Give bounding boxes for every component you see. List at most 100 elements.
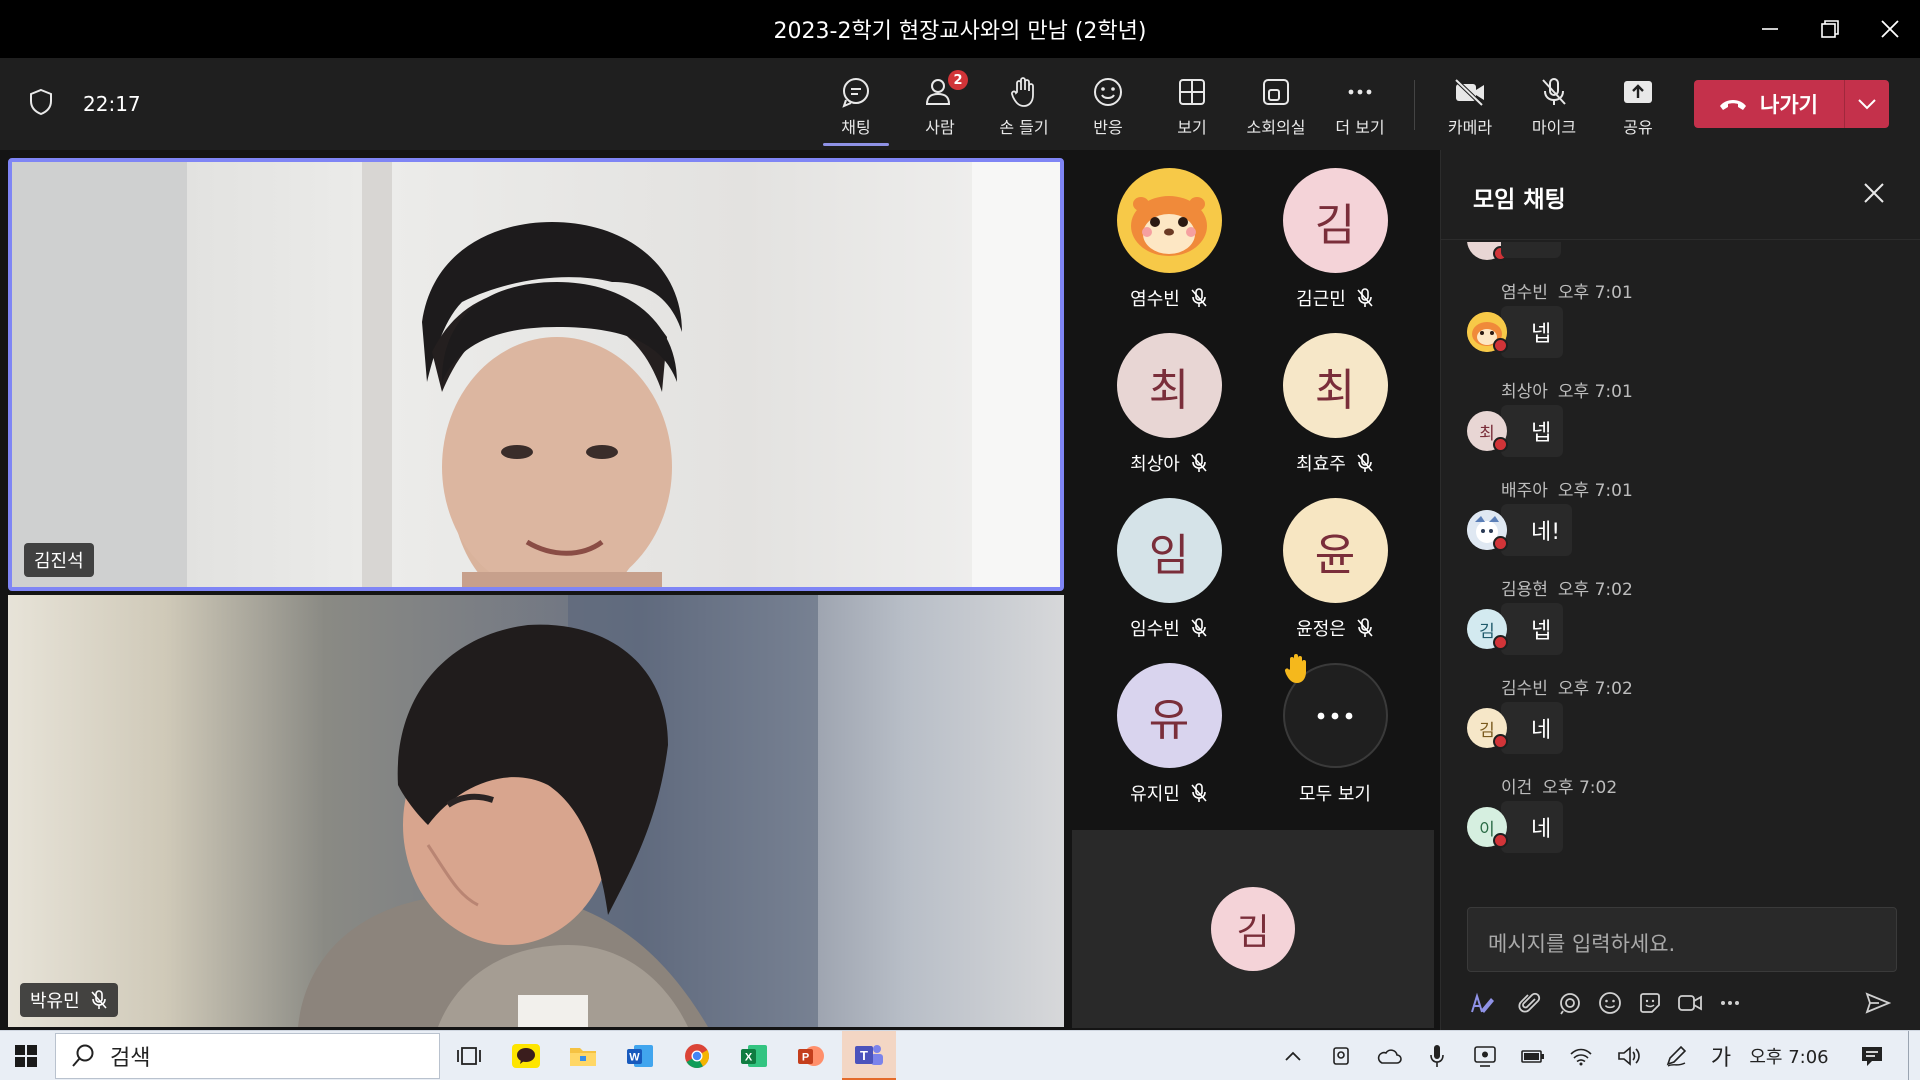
powerpoint-icon: P bbox=[798, 1046, 824, 1066]
participant-tile[interactable]: 최 최효주 bbox=[1252, 333, 1418, 476]
avatar: 유 bbox=[1116, 663, 1222, 768]
taskbar-app-chrome[interactable] bbox=[674, 1031, 720, 1080]
share-button[interactable]: 공유 bbox=[1596, 74, 1680, 140]
message-meta: 배주아 오후 7:01 bbox=[1501, 476, 1633, 501]
message-bubble: 넵 bbox=[1501, 405, 1564, 457]
view-icon bbox=[1176, 74, 1208, 110]
close-icon bbox=[1864, 183, 1884, 203]
leave-options-button[interactable] bbox=[1845, 98, 1889, 110]
participant-tile[interactable]: 염수빈 bbox=[1086, 168, 1252, 311]
show-desktop-divider[interactable] bbox=[1908, 1031, 1909, 1080]
people-button[interactable]: 2 사람 bbox=[898, 70, 982, 140]
tray-mic-icon[interactable] bbox=[1420, 1031, 1454, 1080]
raise-hand-label: 손 들기 bbox=[999, 118, 1049, 137]
message-bubble: 네! bbox=[1501, 504, 1573, 556]
send-button[interactable] bbox=[1863, 988, 1893, 1018]
mic-off-icon bbox=[91, 990, 107, 1009]
svg-text:T: T bbox=[860, 1048, 868, 1063]
share-label: 공유 bbox=[1623, 118, 1653, 137]
format-button[interactable] bbox=[1467, 988, 1497, 1018]
leave-button[interactable]: 나가기 bbox=[1694, 80, 1889, 128]
chat-title: 모임 채팅 bbox=[1473, 187, 1566, 213]
message-bubble: 넵 bbox=[1501, 306, 1564, 358]
chat-button[interactable]: 채팅 bbox=[814, 74, 898, 146]
meeting-toolbar: 22:17 채팅 2 사람 손 들기 반응 보기 소회의실 더 보기 카메라 마… bbox=[0, 58, 1920, 150]
taskbar-app-excel[interactable]: X bbox=[731, 1031, 777, 1080]
participant-tile[interactable]: 김 김근민 bbox=[1252, 168, 1418, 311]
avatar: 윤 bbox=[1282, 498, 1388, 603]
webcam-icon bbox=[1333, 1047, 1349, 1065]
notification-center-button[interactable] bbox=[1852, 1031, 1892, 1080]
minimize-button[interactable] bbox=[1740, 0, 1800, 58]
people-button-label: 사람 bbox=[925, 118, 955, 137]
meeting-stage: 김진석 박유민 염수빈 김 김근민 최 최상아 최 최효주 임 임수빈 윤 윤정… bbox=[0, 150, 1440, 1030]
shield-icon[interactable] bbox=[28, 88, 54, 120]
input-method-indicator[interactable]: 가 bbox=[1704, 1031, 1738, 1080]
message-compose-box[interactable]: 메시지를 입력하세요. bbox=[1467, 907, 1897, 972]
mic-button[interactable]: 마이크 bbox=[1512, 74, 1596, 140]
windows-taskbar: 검색 W X P T 가 오후 7:06 bbox=[0, 1030, 1920, 1080]
see-all-label: 모두 보기 bbox=[1299, 784, 1371, 805]
video-tile-secondary[interactable]: 박유민 bbox=[8, 595, 1064, 1027]
more-options-button[interactable] bbox=[1715, 988, 1745, 1018]
taskbar-app-powerpoint[interactable]: P bbox=[788, 1031, 834, 1080]
presence-busy-indicator bbox=[1493, 338, 1508, 353]
restore-button[interactable] bbox=[1800, 0, 1860, 58]
see-all-tile[interactable]: 모두 보기 bbox=[1252, 654, 1418, 806]
message-time: 오후 7:02 bbox=[1557, 580, 1633, 600]
video-tile-pinned[interactable]: 김진석 bbox=[8, 158, 1064, 591]
attach-button[interactable] bbox=[1515, 988, 1545, 1018]
raise-hand-button[interactable]: 손 들기 bbox=[982, 74, 1066, 140]
participant-tile[interactable]: 최 최상아 bbox=[1086, 333, 1252, 476]
overflow-participant-tile[interactable]: 김 bbox=[1072, 830, 1434, 1028]
camera-button[interactable]: 카메라 bbox=[1428, 74, 1512, 140]
camera-label: 카메라 bbox=[1447, 118, 1493, 137]
message-time: 오후 7:02 bbox=[1557, 679, 1633, 699]
view-button[interactable]: 보기 bbox=[1150, 74, 1234, 140]
start-button[interactable] bbox=[0, 1031, 52, 1080]
participant-tile[interactable]: 임 임수빈 bbox=[1086, 498, 1252, 641]
leave-label: 나가기 bbox=[1760, 93, 1818, 117]
tray-battery-icon[interactable] bbox=[1516, 1031, 1550, 1080]
mic-label: 마이크 bbox=[1531, 118, 1577, 137]
participant-video bbox=[8, 595, 1064, 1027]
leave-main[interactable]: 나가기 bbox=[1694, 80, 1844, 128]
task-view-button[interactable] bbox=[446, 1031, 492, 1080]
input-method-label: 가 bbox=[1710, 1046, 1732, 1071]
tray-meet-icon[interactable] bbox=[1324, 1031, 1358, 1080]
message-author: 최상아 bbox=[1501, 382, 1548, 402]
close-window-button[interactable] bbox=[1860, 0, 1920, 58]
participant-name: 김근민 bbox=[1296, 289, 1346, 310]
participant-tile[interactable]: 유 유지민 bbox=[1086, 663, 1252, 806]
participant-name: 김진석 bbox=[34, 551, 84, 572]
more-button[interactable]: 더 보기 bbox=[1318, 74, 1402, 140]
mic-off-icon bbox=[1191, 618, 1207, 637]
taskbar-app-file-explorer[interactable] bbox=[560, 1031, 606, 1080]
paperclip-icon bbox=[1518, 992, 1541, 1013]
taskbar-clock[interactable]: 오후 7:06 bbox=[1746, 1031, 1832, 1080]
breakout-rooms-button[interactable]: 소회의실 bbox=[1234, 74, 1318, 140]
show-hidden-icons-button[interactable] bbox=[1276, 1031, 1310, 1080]
taskbar-app-kakaotalk[interactable] bbox=[503, 1031, 549, 1080]
reaction-button[interactable]: 반응 bbox=[1066, 74, 1150, 140]
taskbar-search-box[interactable]: 검색 bbox=[55, 1033, 440, 1079]
participant-label: 김근민 bbox=[1296, 285, 1374, 311]
participant-tile[interactable]: 윤 윤정은 bbox=[1252, 498, 1418, 641]
tray-screen-icon[interactable] bbox=[1468, 1031, 1502, 1080]
close-chat-button[interactable] bbox=[1863, 182, 1885, 208]
tray-volume-icon[interactable] bbox=[1612, 1031, 1646, 1080]
tray-onedrive-icon[interactable] bbox=[1372, 1031, 1406, 1080]
see-all-button[interactable] bbox=[1282, 654, 1388, 768]
sticker-button[interactable] bbox=[1635, 988, 1665, 1018]
loop-button[interactable] bbox=[1555, 988, 1585, 1018]
hamster-avatar-icon bbox=[1116, 168, 1222, 273]
mic-off-icon bbox=[1357, 618, 1373, 637]
taskbar-app-teams[interactable]: T bbox=[842, 1031, 896, 1080]
message-time: 오후 7:01 bbox=[1557, 481, 1633, 501]
emoji-button[interactable] bbox=[1595, 988, 1625, 1018]
meet-now-button[interactable] bbox=[1675, 988, 1705, 1018]
tray-pen-icon[interactable] bbox=[1660, 1031, 1694, 1080]
taskbar-app-word[interactable]: W bbox=[617, 1031, 663, 1080]
tray-wifi-icon[interactable] bbox=[1564, 1031, 1598, 1080]
more-label: 더 보기 bbox=[1335, 118, 1385, 137]
